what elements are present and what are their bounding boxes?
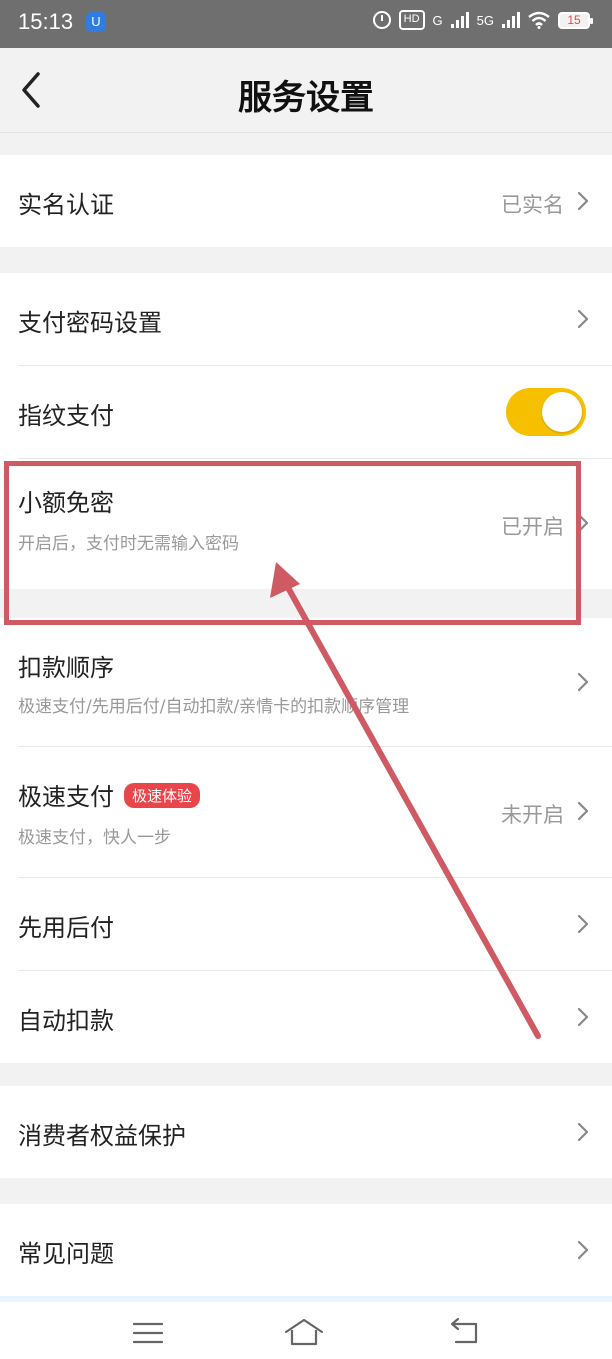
fastpay-label: 极速支付 极速体验 bbox=[18, 777, 201, 812]
row-fastpay[interactable]: 极速支付 极速体验 极速支付，快人一步 未开启 bbox=[18, 747, 612, 878]
group-payment: 支付密码设置 指纹支付 小额免密 开启后，支付时无需输入密码 已开启 bbox=[0, 273, 612, 589]
chevron-right-icon bbox=[576, 914, 590, 934]
chevron-right-icon bbox=[576, 672, 590, 692]
group-debit: 扣款顺序 极速支付/先用后付/自动扣款/亲情卡的扣款顺序管理 极速支付 极速体验 … bbox=[0, 618, 612, 1063]
nav-bar: 服务设置 bbox=[0, 48, 612, 133]
realname-value: 已实名 bbox=[501, 193, 564, 217]
home-button[interactable] bbox=[282, 1316, 326, 1350]
chevron-right-icon bbox=[576, 513, 590, 533]
fastpay-subtitle: 极速支付，快人一步 bbox=[18, 828, 171, 848]
fastpay-title: 极速支付 bbox=[18, 783, 114, 811]
row-faq[interactable]: 常见问题 bbox=[18, 1204, 612, 1296]
order-label: 扣款顺序 bbox=[18, 654, 114, 682]
chevron-right-icon bbox=[576, 1007, 590, 1027]
row-paypwd[interactable]: 支付密码设置 bbox=[18, 273, 612, 366]
alarm-icon bbox=[372, 11, 391, 29]
system-nav-bar bbox=[0, 1296, 612, 1359]
row-autodebit[interactable]: 自动扣款 bbox=[18, 971, 612, 1063]
signal-icon bbox=[450, 12, 469, 28]
chevron-right-icon bbox=[576, 191, 590, 211]
row-realname[interactable]: 实名认证 已实名 bbox=[18, 155, 612, 247]
row-paylater[interactable]: 先用后付 bbox=[18, 878, 612, 971]
row-fingerprint: 指纹支付 bbox=[18, 366, 612, 459]
chevron-right-icon bbox=[576, 801, 590, 821]
smallfree-label: 小额免密 bbox=[18, 489, 114, 517]
smallfree-value: 已开启 bbox=[501, 515, 564, 539]
status-icons: HD G 5G 15 bbox=[372, 10, 593, 30]
smallfree-subtitle: 开启后，支付时无需输入密码 bbox=[18, 534, 239, 554]
order-subtitle: 极速支付/先用后付/自动扣款/亲情卡的扣款顺序管理 bbox=[18, 697, 410, 717]
signal-icon-2 bbox=[502, 12, 520, 28]
menu-icon bbox=[132, 1322, 164, 1344]
status-bar: 15:13 U HD G 5G 15 bbox=[0, 0, 612, 48]
autodebit-label: 自动扣款 bbox=[18, 1007, 114, 1035]
sim1-label: G bbox=[432, 12, 443, 28]
paypwd-label: 支付密码设置 bbox=[18, 309, 162, 337]
chevron-right-icon bbox=[576, 1122, 590, 1142]
wifi-icon bbox=[528, 11, 550, 29]
group-faq: 常见问题 bbox=[0, 1204, 612, 1296]
hd-icon: HD bbox=[398, 10, 425, 30]
row-consumer[interactable]: 消费者权益保护 bbox=[18, 1086, 612, 1178]
paylater-label: 先用后付 bbox=[18, 914, 114, 942]
return-icon bbox=[450, 1317, 478, 1344]
battery-icon: 15 bbox=[558, 11, 593, 29]
fingerprint-toggle[interactable] bbox=[506, 388, 586, 436]
fastpay-value: 未开启 bbox=[501, 803, 564, 827]
chevron-right-icon bbox=[576, 1240, 590, 1260]
page-title: 服务设置 bbox=[238, 78, 374, 118]
row-order[interactable]: 扣款顺序 极速支付/先用后付/自动扣款/亲情卡的扣款顺序管理 bbox=[18, 618, 612, 747]
status-time: 15:13 bbox=[18, 9, 74, 34]
faq-label: 常见问题 bbox=[18, 1240, 114, 1268]
fastpay-tag: 极速体验 bbox=[124, 783, 201, 808]
realname-label: 实名认证 bbox=[18, 191, 114, 219]
group-realname: 实名认证 已实名 bbox=[0, 155, 612, 247]
back-nav-button[interactable] bbox=[442, 1316, 486, 1350]
consumer-label: 消费者权益保护 bbox=[18, 1122, 186, 1150]
fingerprint-label: 指纹支付 bbox=[18, 402, 114, 430]
home-icon bbox=[284, 1318, 324, 1346]
sim2-label: 5G bbox=[476, 12, 494, 28]
row-smallfree[interactable]: 小额免密 开启后，支付时无需输入密码 已开启 bbox=[18, 459, 612, 589]
group-consumer: 消费者权益保护 bbox=[0, 1086, 612, 1178]
app-notification-icon: U bbox=[86, 12, 106, 32]
menu-button[interactable] bbox=[126, 1316, 170, 1350]
chevron-right-icon bbox=[576, 309, 590, 329]
toggle-knob bbox=[542, 392, 582, 432]
